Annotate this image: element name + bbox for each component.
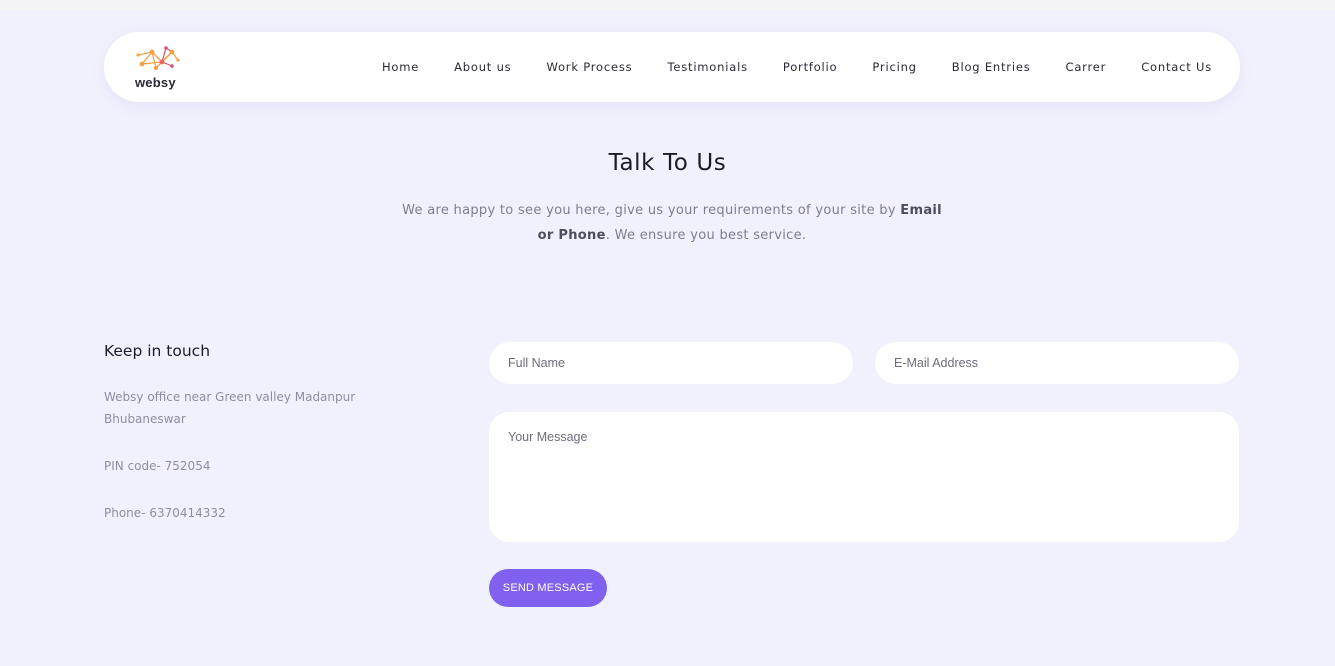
pin-code: PIN code- 752054 — [104, 459, 211, 473]
office-address: Websy office near Green valley Madanpur … — [104, 390, 356, 426]
nav-portfolio[interactable]: Portfolio — [783, 60, 838, 74]
send-message-button[interactable]: SEND MESSAGE — [489, 569, 607, 607]
network-nodes-icon — [136, 46, 180, 70]
contact-info-panel: Keep in touch Websy office near Green va… — [104, 342, 404, 549]
top-navbar: websy Home About us Work Process Testimo… — [104, 32, 1240, 102]
section-title: Talk To Us — [608, 150, 727, 176]
message-textarea[interactable] — [489, 412, 1239, 542]
nav-about-us[interactable]: About us — [454, 60, 511, 74]
section-subtitle: We are happy to see you here, give us yo… — [392, 198, 952, 248]
nav-home[interactable]: Home — [382, 60, 419, 74]
full-name-input[interactable] — [489, 342, 853, 384]
nav-carrer[interactable]: Carrer — [1066, 60, 1107, 74]
nav-contact-us[interactable]: Contact Us — [1141, 60, 1212, 74]
main-nav: Home About us Work Process Testimonials … — [347, 32, 1212, 102]
nav-work-process[interactable]: Work Process — [546, 60, 632, 74]
nav-testimonials[interactable]: Testimonials — [667, 60, 747, 74]
brand-name: websy — [135, 75, 176, 90]
phone-number: Phone- 6370414332 — [104, 506, 226, 520]
nav-pricing[interactable]: Pricing — [872, 60, 916, 74]
page-background: websy Home About us Work Process Testimo… — [0, 10, 1335, 666]
email-input[interactable] — [875, 342, 1239, 384]
nav-blog-entries[interactable]: Blog Entries — [952, 60, 1031, 74]
brand-logo[interactable]: websy — [134, 44, 184, 94]
subtitle-text-1: We are happy to see you here, give us yo… — [402, 203, 901, 218]
keep-in-touch-heading: Keep in touch — [104, 342, 211, 360]
subtitle-text-2: . We ensure you best service. — [605, 228, 807, 243]
